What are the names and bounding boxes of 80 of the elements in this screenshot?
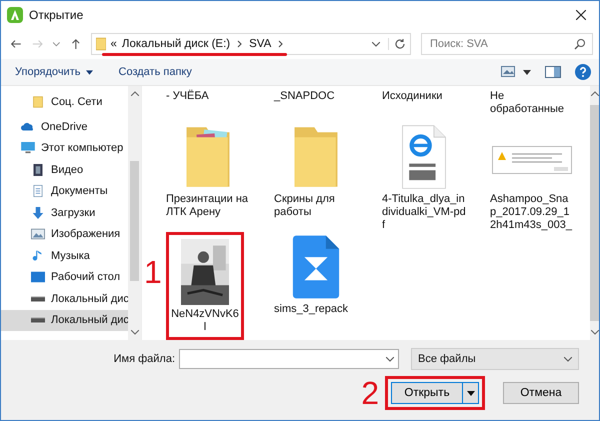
view-icon[interactable] — [501, 66, 517, 78]
cloud-icon — [21, 120, 35, 133]
file-name: Ashampoo_Snap_2017.09.29_12h41m43s_003_ — [490, 193, 574, 232]
scroll-down-icon[interactable] — [130, 330, 138, 335]
scrollbar[interactable] — [128, 86, 141, 340]
pdf-file-icon — [399, 124, 449, 190]
annotation-number: 2 — [361, 377, 379, 409]
chevron-icon — [237, 40, 242, 48]
file-name: - УЧЁБА — [166, 90, 210, 103]
caret-icon — [466, 390, 474, 396]
dropdown-caret-icon — [386, 356, 394, 362]
file-name: Скрины для работы — [274, 193, 336, 219]
caret-icon[interactable] — [523, 70, 531, 74]
file-item[interactable]: - УЧЁБА — [166, 86, 266, 122]
folder-icon — [96, 37, 106, 51]
search-field[interactable]: Поиск: SVA — [421, 33, 593, 55]
annotation-number: 1 — [144, 256, 162, 288]
breadcrumb[interactable]: SVA — [249, 38, 272, 50]
app-icon — [7, 7, 23, 23]
up-arrow-icon[interactable] — [70, 37, 82, 51]
organize-button[interactable]: Упорядочить — [9, 64, 99, 80]
new-folder-button[interactable]: Создать папку — [112, 64, 198, 80]
file-item[interactable]: 4-Titulka_dlya_individualki_VM-pdf — [382, 122, 482, 232]
filename-field[interactable] — [179, 349, 399, 369]
address-bar[interactable]: « Локальный диск (E:) SVA — [90, 33, 411, 55]
sidebar-item[interactable]: Загрузки — [1, 202, 128, 224]
filetype-dropdown[interactable]: Все файлы — [411, 348, 579, 370]
download-arrow-icon — [31, 206, 45, 219]
document-icon — [31, 185, 45, 198]
sidebar-item[interactable]: Изображения — [1, 224, 128, 245]
help-icon[interactable] — [575, 64, 591, 80]
sidebar-item[interactable]: OneDrive — [1, 116, 128, 138]
cancel-button[interactable]: Отмена — [503, 382, 579, 404]
dropdown-caret-icon[interactable] — [372, 42, 380, 46]
dropdown-caret-icon[interactable] — [53, 42, 60, 46]
file-item[interactable]: NeN4zVNvK6l — [166, 232, 244, 340]
scroll-down-icon[interactable] — [590, 330, 598, 335]
caret-icon — [86, 70, 93, 75]
scroll-up-icon[interactable] — [590, 91, 598, 96]
scrollbar[interactable] — [590, 86, 599, 340]
sidebar-item[interactable]: Видео — [1, 159, 128, 180]
file-item[interactable]: sims_3_repack — [274, 232, 374, 340]
file-name: _SNAPDOC — [274, 90, 336, 103]
file-item[interactable]: Исходиники — [382, 86, 482, 122]
sidebar-item[interactable]: Этот компьютер — [1, 138, 128, 159]
search-icon — [574, 38, 586, 50]
close-icon — [576, 10, 586, 20]
window-title: Открытие — [29, 8, 84, 22]
file-item[interactable]: Презинтации на ЛТК Арену — [166, 122, 266, 232]
image-icon — [31, 228, 45, 240]
file-name: Не обработанные — [490, 90, 566, 116]
filename-label: Имя файла: — [114, 353, 175, 365]
sidebar-item[interactable]: Документы — [1, 180, 128, 202]
folder-icon — [31, 96, 45, 108]
file-name: sims_3_repack — [274, 303, 349, 316]
monitor-icon — [21, 142, 35, 154]
sidebar-item[interactable]: Музыка — [1, 245, 128, 266]
sidebar-item[interactable]: Соц. Сети — [1, 88, 128, 116]
film-icon — [31, 164, 45, 176]
file-name: Презинтации на ЛТК Арену — [166, 193, 250, 219]
preview-pane-icon[interactable] — [545, 66, 561, 78]
file-item[interactable]: Не обработанные — [490, 86, 590, 122]
file-item[interactable]: Скрины для работы — [274, 122, 374, 232]
file-item[interactable]: Ashampoo_Snap_2017.09.29_12h41m43s_003_ — [490, 122, 590, 232]
file-name: NeN4zVNvK6l — [171, 308, 239, 334]
chevron-icon — [278, 40, 284, 48]
overflow-chevron[interactable]: « — [110, 38, 117, 50]
refresh-icon[interactable] — [388, 38, 406, 50]
search-field[interactable]: Поиск: SVA — [428, 37, 574, 51]
split-dropdown-button[interactable] — [463, 382, 479, 404]
open-button[interactable]: Открыть — [391, 382, 463, 404]
breadcrumb[interactable]: Локальный диск (E:) — [122, 38, 230, 50]
dropdown-caret-icon — [564, 356, 572, 362]
file-item[interactable]: _SNAPDOC — [274, 86, 374, 122]
file-name: 4-Titulka_dlya_individualki_VM-pdf — [382, 193, 466, 232]
sidebar-item[interactable]: Рабочий стол — [1, 266, 128, 288]
file-name: Исходиники — [382, 90, 444, 103]
app-file-icon — [291, 234, 341, 300]
desktop-icon — [31, 271, 45, 284]
scroll-up-icon[interactable] — [130, 91, 138, 96]
